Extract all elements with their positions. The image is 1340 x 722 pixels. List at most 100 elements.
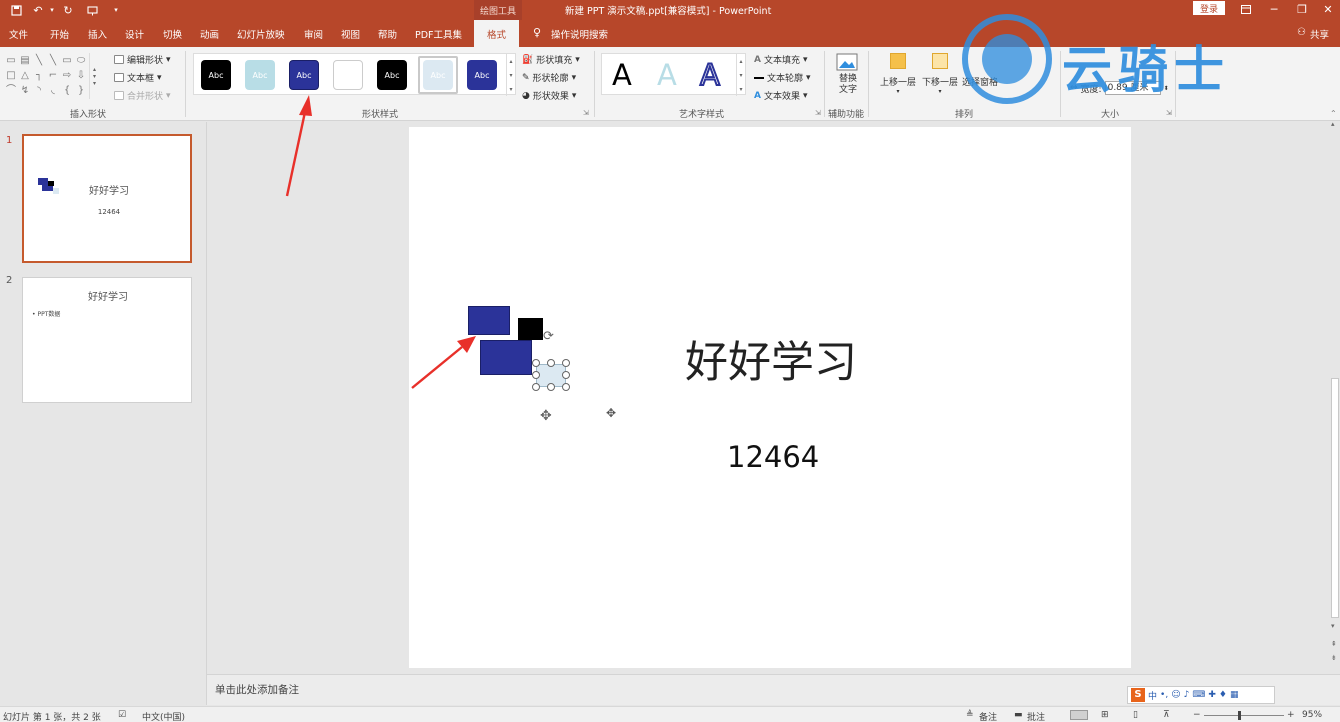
- resize-handle[interactable]: [562, 359, 570, 367]
- shape-styles-dialog-launcher-icon[interactable]: ⇲: [583, 109, 589, 117]
- minimize-icon[interactable]: ─: [1264, 1, 1284, 17]
- customize-qat-icon[interactable]: ▾: [108, 2, 124, 18]
- style-gallery-scroll[interactable]: ▴ ▾ ▾: [506, 54, 515, 96]
- shape-triangle-icon[interactable]: △: [19, 71, 31, 81]
- scrollbar-thumb[interactable]: [1331, 378, 1339, 618]
- next-slide-icon[interactable]: ⇟: [1331, 654, 1337, 662]
- style-light-blue[interactable]: Abc: [245, 60, 275, 90]
- tab-animations[interactable]: 动画: [200, 27, 219, 41]
- slide-title[interactable]: 好好学习: [685, 328, 857, 390]
- tab-home[interactable]: 开始: [50, 27, 69, 41]
- style-black[interactable]: Abc: [201, 60, 231, 90]
- shape-textbox-icon[interactable]: ▤: [19, 56, 31, 66]
- style-black-2[interactable]: Abc: [377, 60, 407, 90]
- undo-dropdown-icon[interactable]: ▾: [44, 2, 60, 18]
- blue-rectangle-shape-2[interactable]: [480, 340, 532, 375]
- shape-lightning-icon[interactable]: ↯: [19, 86, 31, 96]
- slide-sorter-icon[interactable]: ⊞: [1101, 710, 1109, 720]
- login-button[interactable]: 登录: [1193, 1, 1225, 15]
- shape-gallery-scroll[interactable]: ▴ ▾ ▾: [89, 53, 99, 99]
- previous-slide-icon[interactable]: ⇞: [1331, 640, 1337, 648]
- text-box-button[interactable]: 文本框 ▾: [114, 71, 162, 84]
- text-effects-button[interactable]: A 文本效果 ▾: [754, 89, 808, 103]
- shape-arrow-down-icon[interactable]: ⇩: [75, 71, 87, 81]
- keyboard-icon[interactable]: ⌨: [1192, 690, 1205, 700]
- merge-shapes-button[interactable]: 合并形状 ▾: [114, 89, 171, 102]
- reading-view-icon[interactable]: ▯: [1133, 710, 1138, 720]
- tab-design[interactable]: 设计: [125, 27, 144, 41]
- microphone-icon[interactable]: ♪: [1184, 690, 1190, 700]
- normal-view-icon[interactable]: [1070, 710, 1088, 720]
- scroll-down-icon[interactable]: ▾: [1331, 622, 1335, 630]
- shape-brace-right-icon[interactable]: }: [75, 86, 87, 96]
- ime-toolbar[interactable]: S 中 •, ☺ ♪ ⌨ ✚ ♦ ▦: [1127, 686, 1275, 704]
- shape-line2-icon[interactable]: ╲: [47, 56, 59, 66]
- style-white[interactable]: Abc: [333, 60, 363, 90]
- skin-icon[interactable]: ♦: [1219, 690, 1227, 700]
- style-dark-blue[interactable]: Abc: [289, 60, 319, 90]
- shape-arc2-icon[interactable]: ◟: [47, 86, 59, 96]
- shape-fill-button[interactable]: ⛽ 形状填充 ▾: [522, 53, 580, 67]
- spell-check-icon[interactable]: ☑: [118, 710, 126, 720]
- shape-rectangle-icon[interactable]: ▭: [61, 56, 73, 66]
- punctuation-icon[interactable]: •,: [1160, 690, 1168, 700]
- collapse-ribbon-icon[interactable]: ⌃: [1330, 109, 1337, 118]
- zoom-level[interactable]: 95%: [1302, 710, 1322, 720]
- tab-transitions[interactable]: 切换: [163, 27, 182, 41]
- wordart-gallery[interactable]: A A A ▴ ▾ ▾: [601, 53, 746, 96]
- black-square-shape[interactable]: [518, 318, 543, 340]
- shape-style-gallery[interactable]: Abc Abc Abc Abc Abc Abc Abc ▴ ▾ ▾: [193, 53, 516, 96]
- blue-rectangle-shape[interactable]: [468, 306, 510, 335]
- tab-file[interactable]: 文件: [9, 27, 28, 41]
- slide-thumbnail-2[interactable]: 好好学习 • PPT数据: [22, 277, 192, 403]
- close-icon[interactable]: ✕: [1318, 1, 1338, 17]
- tab-insert[interactable]: 插入: [88, 27, 107, 41]
- zoom-slider-thumb[interactable]: [1238, 711, 1241, 720]
- vertical-scrollbar[interactable]: ▴ ▾ ⇞ ⇟: [1330, 120, 1340, 674]
- zoom-in-icon[interactable]: +: [1287, 710, 1295, 720]
- resize-handle[interactable]: [532, 359, 540, 367]
- style-selected-frame[interactable]: Abc: [418, 56, 458, 94]
- wordart-black[interactable]: A: [612, 58, 632, 92]
- menu-grid-icon[interactable]: ▦: [1230, 690, 1239, 700]
- shape-arc-icon[interactable]: ◝: [33, 86, 45, 96]
- save-icon[interactable]: [8, 2, 24, 18]
- tools-icon[interactable]: ✚: [1208, 690, 1216, 700]
- edit-shape-button[interactable]: 编辑形状 ▾: [114, 53, 171, 66]
- shape-brace-left-icon[interactable]: {: [61, 86, 73, 96]
- comments-toggle[interactable]: 批注: [1027, 710, 1045, 722]
- language-indicator[interactable]: 中文(中国): [142, 710, 185, 722]
- shape-effects-button[interactable]: ◕ 形状效果 ▾: [522, 89, 576, 103]
- resize-handle[interactable]: [547, 383, 555, 391]
- slideshow-view-icon[interactable]: ⊼: [1163, 710, 1170, 720]
- wordart-dialog-launcher-icon[interactable]: ⇲: [815, 109, 821, 117]
- shape-elbow-icon[interactable]: ┐: [33, 71, 45, 81]
- shape-line-icon[interactable]: ╲: [33, 56, 45, 66]
- restore-icon[interactable]: ❐: [1292, 1, 1312, 17]
- tab-pdf-tools[interactable]: PDF工具集: [415, 27, 462, 41]
- tab-format[interactable]: 格式: [474, 20, 519, 47]
- resize-handle[interactable]: [562, 371, 570, 379]
- tab-review[interactable]: 审阅: [304, 27, 323, 41]
- comments-icon[interactable]: ▬: [1014, 710, 1023, 720]
- shape-arrow-right-icon[interactable]: ⇨: [61, 71, 73, 81]
- slide-thumbnail-1[interactable]: 好好学习 12464: [22, 134, 192, 263]
- ime-mode[interactable]: 中: [1148, 689, 1157, 702]
- tab-slideshow[interactable]: 幻灯片放映: [237, 27, 285, 41]
- notes-toggle[interactable]: 备注: [979, 710, 997, 722]
- shape-outline-button[interactable]: ✎ 形状轮廓 ▾: [522, 71, 576, 85]
- resize-handle[interactable]: [547, 359, 555, 367]
- wordart-gallery-scroll[interactable]: ▴ ▾ ▾: [736, 54, 745, 96]
- shape-oval-icon[interactable]: ⬭: [75, 56, 87, 66]
- shape-gallery[interactable]: ▭ ▤ ╲ ╲ ▭ ⬭ □ △ ┐ ⌐ ⇨ ⇩ ⌒ ↯ ◝ ◟ { } ▴ ▾ ▾: [3, 53, 101, 99]
- start-slideshow-icon[interactable]: [84, 2, 100, 18]
- bring-forward-button[interactable]: 上移一层 ▾: [878, 53, 918, 95]
- scroll-up-icon[interactable]: ▴: [1331, 120, 1335, 128]
- alt-text-button[interactable]: 替换 文字: [836, 53, 860, 101]
- share-button[interactable]: 共享: [1310, 27, 1329, 41]
- resize-handle[interactable]: [532, 371, 540, 379]
- resize-handle[interactable]: [562, 383, 570, 391]
- zoom-out-icon[interactable]: −: [1193, 710, 1201, 720]
- tab-help[interactable]: 帮助: [378, 27, 397, 41]
- shape-connector-icon[interactable]: ⌐: [47, 71, 59, 81]
